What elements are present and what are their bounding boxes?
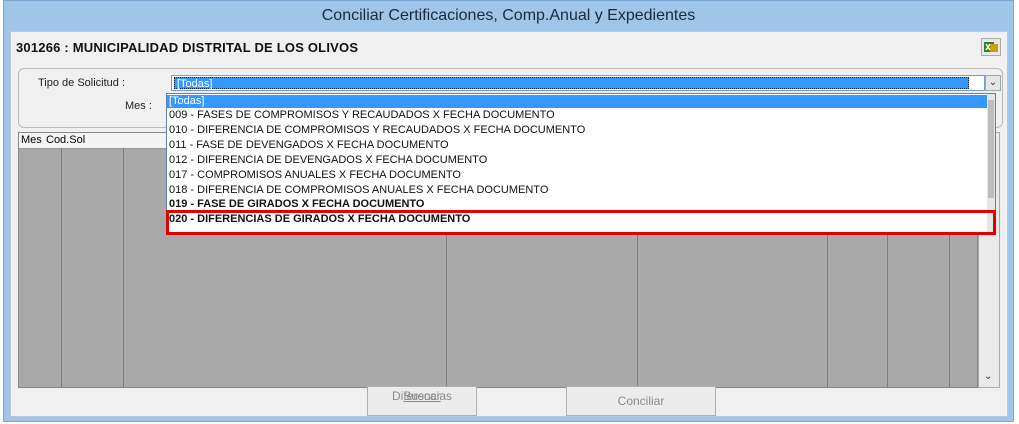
grid-column-divider xyxy=(61,148,62,387)
mes-label: Mes : xyxy=(125,100,152,112)
diferencias-label: Diferencias xyxy=(391,389,453,403)
list-item[interactable]: 012 - DIFERENCIA DE DEVENGADOS X FECHA D… xyxy=(167,154,989,167)
dropdown-scroll-thumb[interactable] xyxy=(988,100,994,198)
column-header-mes[interactable]: Mes xyxy=(21,133,42,148)
list-item[interactable]: 017 - COMPROMISOS ANUALES X FECHA DOCUME… xyxy=(167,169,989,182)
buscar-diferencias-button[interactable]: Buscar Diferencias xyxy=(367,386,477,416)
column-header-cod-sol[interactable]: Cod.Sol xyxy=(46,133,85,148)
conciliar-label: Conciliar xyxy=(617,394,665,408)
tipo-solicitud-label: Tipo de Solicitud : xyxy=(38,77,126,89)
window-title: Conciliar Certificaciones, Comp.Anual y … xyxy=(321,7,696,24)
excel-export-icon[interactable] xyxy=(981,38,1001,56)
list-item[interactable]: 011 - FASE DE DEVENGADOS X FECHA DOCUMEN… xyxy=(167,139,989,152)
entity-label: 301266 : MUNICIPALIDAD DISTRITAL DE LOS … xyxy=(16,40,359,55)
conciliar-button[interactable]: Conciliar xyxy=(566,386,716,416)
highlight-box xyxy=(166,210,996,235)
list-item[interactable]: 018 - DIFERENCIA DE COMPROMISOS ANUALES … xyxy=(167,184,989,197)
tipo-solicitud-value: [Todas] xyxy=(174,77,969,90)
chevron-down-icon[interactable]: ⌄ xyxy=(985,75,1001,91)
tipo-solicitud-combo[interactable]: [Todas] xyxy=(171,75,985,91)
grid-column-divider xyxy=(123,148,124,387)
list-item[interactable]: 009 - FASES DE COMPROMISOS Y RECAUDADOS … xyxy=(167,109,989,122)
scroll-down-icon[interactable]: ⌄ xyxy=(984,371,992,382)
list-item[interactable]: 010 - DIFERENCIA DE COMPROMISOS Y RECAUD… xyxy=(167,124,989,137)
list-item[interactable]: [Todas] xyxy=(167,95,989,108)
